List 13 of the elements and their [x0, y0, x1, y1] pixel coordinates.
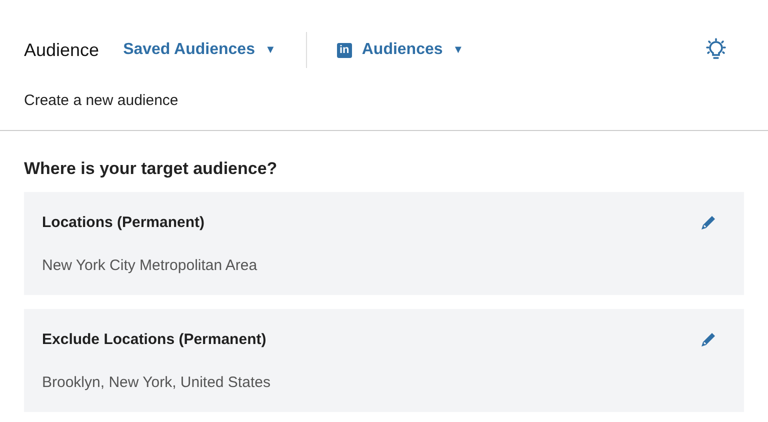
card-title: Locations (Permanent)	[42, 214, 205, 231]
lightbulb-icon[interactable]	[704, 38, 728, 62]
card-value: Brooklyn, New York, United States	[42, 374, 272, 391]
audiences-dropdown[interactable]: Audiences ▼	[362, 41, 464, 59]
saved-audiences-dropdown[interactable]: Saved Audiences ▼	[123, 41, 276, 59]
card-value: New York City Metropolitan Area	[42, 257, 258, 274]
pencil-icon[interactable]	[700, 214, 716, 230]
section-heading: Where is your target audience?	[24, 159, 278, 179]
pencil-icon[interactable]	[700, 332, 716, 348]
logo-icon: in	[336, 42, 352, 58]
card-title: Exclude Locations (Permanent)	[42, 331, 266, 348]
page-title: Audience	[24, 40, 100, 60]
subtitle: Create a new audience	[23, 91, 180, 111]
